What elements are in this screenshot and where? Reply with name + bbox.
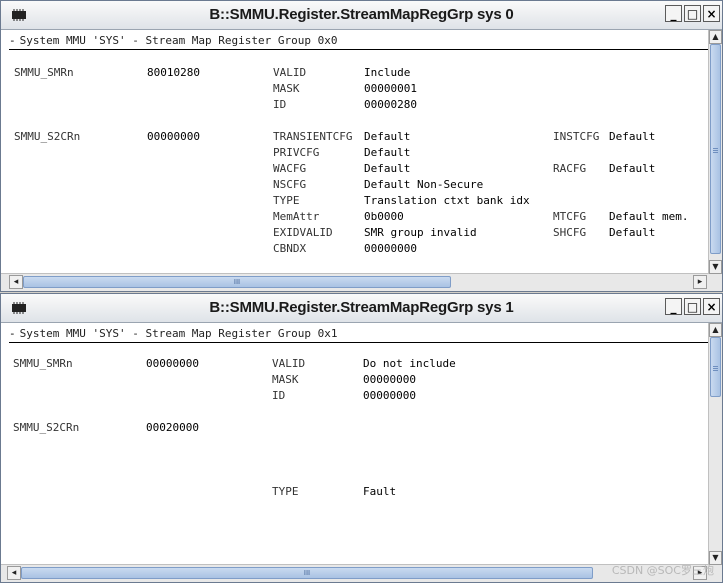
register-view: - System MMU 'SYS' - Stream Map Register … <box>1 323 709 565</box>
register-name-smr: SMMU_SMRn <box>14 66 74 79</box>
field-value[interactable]: Include <box>364 65 410 81</box>
field-value[interactable]: Fault <box>363 484 396 500</box>
scroll-up-arrow-icon[interactable]: ▲ <box>709 30 722 44</box>
watermark: CSDN @SOC罗三炮 <box>611 564 714 577</box>
horizontal-scrollbar[interactable]: ◂ III ▸ <box>1 564 709 582</box>
field-label: CBNDX <box>273 242 307 255</box>
horizontal-scrollbar[interactable]: ◂ III ▸ <box>1 273 709 291</box>
group-header-text: System MMU 'SYS' - Stream Map Register G… <box>19 34 338 47</box>
field-value[interactable]: SMR group invalid <box>364 225 477 241</box>
field-label: VALID <box>272 357 306 370</box>
field-value[interactable]: Translation ctxt bank idx <box>364 193 530 209</box>
field-value[interactable]: 00000001 <box>364 81 417 97</box>
vertical-scrollbar[interactable]: ▲ ▼ <box>708 30 722 274</box>
field-value[interactable]: 0b0000 <box>364 209 404 225</box>
register-value-s2cr[interactable]: 00020000 <box>146 420 199 436</box>
register-name-s2cr: SMMU_S2CRn <box>14 130 81 143</box>
field-value[interactable]: Default <box>609 129 655 145</box>
vertical-scroll-thumb[interactable] <box>710 44 721 254</box>
register-value-s2cr[interactable]: 00000000 <box>147 129 200 145</box>
minimize-button[interactable]: _ <box>665 298 682 315</box>
register-window-sys1: B::SMMU.Register.StreamMapRegGrp sys 1 _… <box>0 293 723 583</box>
register-window-sys0: B::SMMU.Register.StreamMapRegGrp sys 0 _… <box>0 0 723 292</box>
window-title: B::SMMU.Register.StreamMapRegGrp sys 1 <box>209 299 514 316</box>
register-name-s2cr: SMMU_S2CRn <box>13 421 80 434</box>
field-value[interactable]: Default Non-Secure <box>364 177 483 193</box>
register-value-smr[interactable]: 80010280 <box>147 65 200 81</box>
group-header[interactable]: - System MMU 'SYS' - Stream Map Register … <box>9 34 709 50</box>
field-label: RACFG <box>553 162 587 175</box>
title-bar[interactable]: B::SMMU.Register.StreamMapRegGrp sys 1 _… <box>1 294 722 323</box>
field-value[interactable]: Default <box>364 161 410 177</box>
minimize-button[interactable]: _ <box>665 5 682 22</box>
field-label: PRIVCFG <box>273 146 320 159</box>
field-value[interactable]: Default <box>364 129 410 145</box>
title-bar[interactable]: B::SMMU.Register.StreamMapRegGrp sys 0 _… <box>1 1 722 30</box>
scroll-left-arrow-icon[interactable]: ◂ <box>9 275 23 289</box>
group-header-text: System MMU 'SYS' - Stream Map Register G… <box>19 327 338 340</box>
close-button[interactable]: × <box>703 298 720 315</box>
field-label: NSCFG <box>273 178 307 191</box>
field-label: MemAttr <box>273 210 320 223</box>
vertical-scrollbar[interactable]: ▲ ▼ <box>708 323 722 565</box>
scroll-down-arrow-icon[interactable]: ▼ <box>709 260 722 274</box>
field-label: VALID <box>273 66 307 79</box>
field-value[interactable]: Default mem. <box>609 209 688 225</box>
register-view: - System MMU 'SYS' - Stream Map Register … <box>1 30 709 274</box>
field-value[interactable]: Default <box>609 225 655 241</box>
group-header[interactable]: - System MMU 'SYS' - Stream Map Register … <box>9 327 709 343</box>
scroll-right-arrow-icon[interactable]: ▸ <box>693 275 707 289</box>
scroll-up-arrow-icon[interactable]: ▲ <box>709 323 722 337</box>
field-label: ID <box>273 98 287 111</box>
scroll-corner <box>709 274 722 291</box>
vertical-scroll-thumb[interactable] <box>710 337 721 397</box>
field-label: ID <box>272 389 286 402</box>
field-label: TYPE <box>272 485 299 498</box>
register-value-smr[interactable]: 00000000 <box>146 356 199 372</box>
window-title: B::SMMU.Register.StreamMapRegGrp sys 0 <box>209 6 514 23</box>
collapse-icon[interactable]: - <box>9 327 16 340</box>
maximize-button[interactable]: □ <box>684 298 701 315</box>
field-label: EXIDVALID <box>273 226 333 239</box>
field-label: MASK <box>273 82 300 95</box>
register-name-smr: SMMU_SMRn <box>13 357 73 370</box>
field-label: MASK <box>272 373 299 386</box>
field-value[interactable]: Default <box>364 145 410 161</box>
field-label: INSTCFG <box>553 130 600 143</box>
field-label: TRANSIENTCFG <box>273 130 353 143</box>
horizontal-scroll-thumb[interactable]: III <box>21 567 593 579</box>
maximize-button[interactable]: □ <box>684 5 701 22</box>
field-value[interactable]: 00000280 <box>364 97 417 113</box>
field-value[interactable]: 00000000 <box>363 372 416 388</box>
field-value[interactable]: Do not include <box>363 356 456 372</box>
field-label: TYPE <box>273 194 300 207</box>
field-value[interactable]: 00000000 <box>363 388 416 404</box>
field-label: SHCFG <box>553 226 587 239</box>
field-value[interactable]: Default <box>609 161 655 177</box>
field-value[interactable]: 00000000 <box>364 241 417 257</box>
field-label: WACFG <box>273 162 307 175</box>
horizontal-scroll-thumb[interactable]: III <box>23 276 451 288</box>
scroll-left-arrow-icon[interactable]: ◂ <box>7 566 21 580</box>
collapse-icon[interactable]: - <box>9 34 16 47</box>
close-button[interactable]: × <box>703 5 720 22</box>
field-label: MTCFG <box>553 210 587 223</box>
